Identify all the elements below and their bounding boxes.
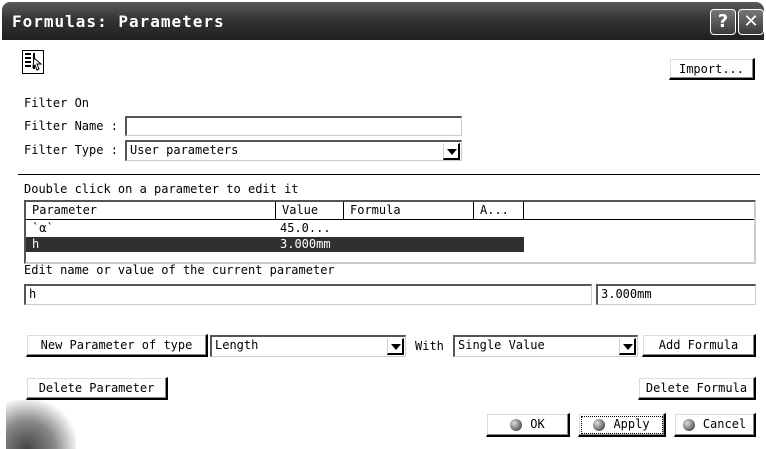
parameter-value-cell: 3.000mm — [280, 237, 331, 251]
parameter-list[interactable]: Parameter Value Formula A... `α` 45.0...… — [24, 200, 756, 264]
table-row-selected[interactable]: h 3.000mm — [26, 237, 524, 252]
delete-formula-button[interactable]: Delete Formula — [638, 377, 756, 400]
edit-current-label: Edit name or value of the current parame… — [24, 263, 335, 277]
column-header-active[interactable]: A... — [474, 202, 524, 220]
ok-label: OK — [530, 417, 545, 431]
value-kind-value: Single Value — [458, 338, 545, 352]
corner-decoration — [6, 400, 76, 449]
apply-button[interactable]: Apply — [578, 413, 666, 437]
parameter-value-input[interactable]: 3.000mm — [596, 284, 756, 305]
cancel-label: Cancel — [702, 417, 747, 431]
filter-name-input[interactable] — [125, 116, 462, 136]
filter-on-label: Filter On — [24, 96, 90, 110]
apply-label: Apply — [613, 417, 650, 431]
apply-bullet-icon — [593, 418, 606, 431]
close-button[interactable]: ✕ — [738, 9, 764, 35]
parameter-value-cell: 45.0... — [280, 221, 331, 235]
filter-parameters-icon[interactable] — [22, 50, 44, 74]
table-row[interactable]: `α` 45.0... — [26, 221, 524, 236]
filter-name-label: Filter Name : — [24, 119, 118, 133]
dialog-body: Import... Filter On Filter Name : Filter… — [6, 40, 760, 449]
filter-type-value: User parameters — [130, 143, 239, 157]
formulas-dialog: Formulas: Parameters ? ✕ Import... Filte… — [0, 0, 766, 449]
cancel-button[interactable]: Cancel — [674, 413, 756, 437]
column-header-parameter[interactable]: Parameter — [26, 202, 276, 220]
divider — [18, 174, 760, 175]
column-header-filler — [524, 202, 754, 220]
ok-bullet-icon — [510, 418, 523, 431]
parameter-name-input[interactable]: h — [24, 284, 592, 305]
column-header-formula[interactable]: Formula — [344, 202, 474, 220]
parameter-type-value: Length — [215, 338, 259, 352]
title-bar[interactable]: Formulas: Parameters ? ✕ — [2, 2, 764, 40]
import-button[interactable]: Import... — [669, 58, 755, 80]
chevron-down-icon[interactable] — [619, 338, 636, 355]
value-kind-select[interactable]: Single Value — [453, 335, 638, 357]
chevron-down-icon[interactable] — [387, 338, 404, 355]
new-parameter-button[interactable]: New Parameter of type — [26, 334, 208, 357]
column-header-value[interactable]: Value — [276, 202, 344, 220]
add-formula-button[interactable]: Add Formula — [642, 334, 756, 357]
parameter-name-cell: `α` — [32, 221, 54, 235]
parameter-type-select[interactable]: Length — [210, 335, 406, 357]
ok-button[interactable]: OK — [486, 413, 570, 437]
window-title: Formulas: Parameters — [12, 12, 225, 31]
delete-parameter-button[interactable]: Delete Parameter — [26, 377, 168, 400]
list-instruction-label: Double click on a parameter to edit it — [24, 182, 299, 196]
chevron-down-icon[interactable] — [443, 143, 460, 160]
with-label: With — [415, 339, 444, 353]
filter-type-select[interactable]: User parameters — [125, 140, 462, 161]
filter-type-label: Filter Type : — [24, 143, 118, 157]
cancel-bullet-icon — [682, 418, 695, 431]
parameter-name-cell: h — [32, 237, 40, 251]
help-button[interactable]: ? — [710, 9, 736, 35]
